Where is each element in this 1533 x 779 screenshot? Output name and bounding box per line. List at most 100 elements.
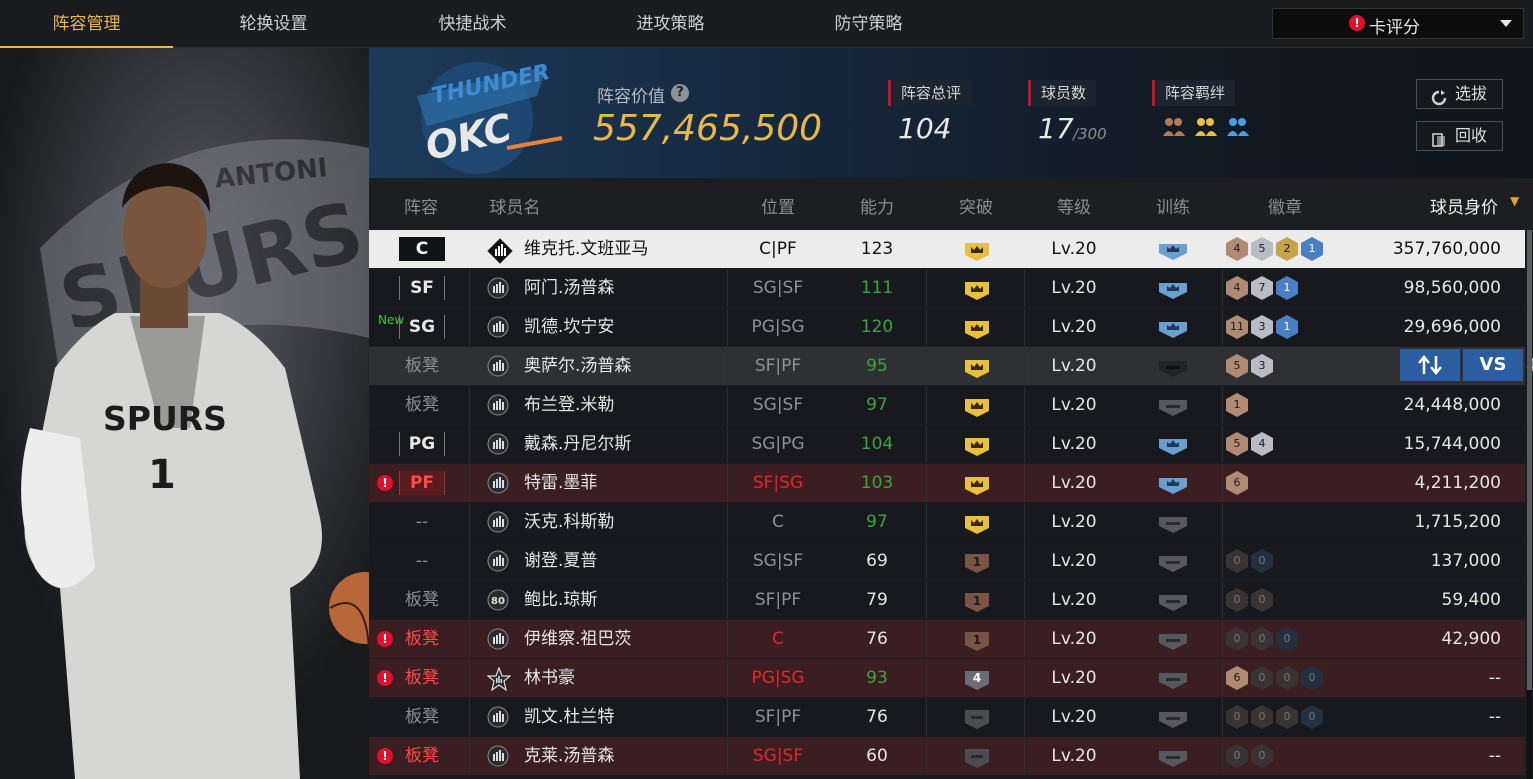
table-row[interactable]: 板凳奥萨尔.汤普森SF|PF95Lv.20534 xyxy=(369,347,1533,385)
training-icon[interactable] xyxy=(1158,317,1188,339)
training-icon[interactable] xyxy=(1158,473,1188,495)
crown-icon[interactable] xyxy=(964,278,990,300)
training-icon[interactable] xyxy=(1158,668,1188,690)
table-row[interactable]: ! 板凳 克莱.汤普森 SG|SF 60 Lv.20 0 0 -- xyxy=(369,737,1525,775)
table-row[interactable]: 板凳 布兰登.米勒 SG|SF 97 Lv.20 1 24,448,000 xyxy=(369,386,1525,424)
player-name[interactable]: 凯文.杜兰特 xyxy=(524,698,614,736)
player-name[interactable]: 特雷.墨菲 xyxy=(524,464,597,502)
badge-list[interactable]: 0000 xyxy=(1226,705,1326,729)
player-name[interactable]: 凯德.坎宁安 xyxy=(524,308,614,346)
select-button[interactable]: 选拔 xyxy=(1416,79,1503,109)
crown-icon[interactable] xyxy=(964,395,990,417)
col-training[interactable]: 训练 xyxy=(1156,193,1190,218)
player-name[interactable]: 奥萨尔.汤普森 xyxy=(524,347,631,385)
col-position[interactable]: 位置 xyxy=(761,193,795,218)
player-name[interactable]: 沃克.科斯勒 xyxy=(524,503,614,541)
training-icon[interactable] xyxy=(1158,395,1188,417)
col-player-value[interactable]: 球员身价 xyxy=(1430,193,1498,218)
swap-button[interactable] xyxy=(1400,349,1460,381)
vs-compare-button[interactable]: VS xyxy=(1463,349,1523,381)
badge-list[interactable]: 00 xyxy=(1226,588,1276,612)
breakthrough-empty-icon[interactable] xyxy=(964,746,990,768)
player-name[interactable]: 谢登.夏普 xyxy=(524,542,597,580)
lineup-slot[interactable]: 板凳 xyxy=(405,698,439,736)
lineup-slot[interactable]: 板凳 xyxy=(405,620,439,658)
badge-list[interactable]: 11 3 1 xyxy=(1226,315,1301,339)
badge-list[interactable]: 00 xyxy=(1226,744,1276,768)
table-row[interactable]: 板凳 80 鲍比.琼斯 SF|PF 79 1 Lv.20 0 0 59,400 xyxy=(369,581,1525,619)
col-level[interactable]: 等级 xyxy=(1057,193,1091,218)
training-icon[interactable] xyxy=(1158,590,1188,612)
tab-rotation-settings[interactable]: 轮换设置 xyxy=(187,0,360,46)
bond-icons[interactable] xyxy=(1161,116,1251,142)
badge-list[interactable]: 6 xyxy=(1226,471,1251,495)
player-name[interactable]: 伊维察.祖巴茨 xyxy=(524,620,631,658)
lineup-slot[interactable]: SF xyxy=(399,276,445,300)
training-icon[interactable] xyxy=(1158,707,1188,729)
badge-list[interactable]: 00 xyxy=(1226,549,1276,573)
breakthrough-empty-icon[interactable] xyxy=(964,707,990,729)
training-icon[interactable] xyxy=(1158,629,1188,651)
sort-dropdown[interactable]: ! 卡评分 xyxy=(1272,8,1524,39)
player-name[interactable]: 克莱.汤普森 xyxy=(524,737,614,775)
badge-list[interactable]: 53 xyxy=(1226,354,1276,378)
training-icon[interactable] xyxy=(1158,434,1188,456)
lineup-slot[interactable]: 板凳 xyxy=(405,659,439,697)
lineup-slot[interactable]: 板凳 xyxy=(405,581,439,619)
tab-offense-strategy[interactable]: 进攻策略 xyxy=(584,0,757,46)
table-row[interactable]: SF 阿门.汤普森 SG|SF 111 Lv.20 4 7 1 98,560,000 xyxy=(369,269,1525,307)
lineup-slot[interactable]: 板凳 xyxy=(405,386,439,424)
breakthrough-4-icon[interactable]: 4 xyxy=(964,668,990,690)
breakthrough-1-icon[interactable]: 1 xyxy=(964,551,990,573)
help-icon[interactable]: ? xyxy=(671,84,689,102)
badge-list[interactable]: 6000 xyxy=(1226,666,1326,690)
badge-list[interactable]: 1 xyxy=(1226,393,1251,417)
table-row[interactable]: ! 板凳 伊维察.祖巴茨 C 76 1 Lv.20 0 0 0 42,900 xyxy=(369,620,1525,658)
lineup-slot[interactable]: C xyxy=(399,237,445,261)
crown-icon[interactable] xyxy=(964,239,990,261)
crown-icon[interactable] xyxy=(964,473,990,495)
training-icon[interactable] xyxy=(1158,278,1188,300)
col-lineup[interactable]: 阵容 xyxy=(404,193,438,218)
badge-list[interactable]: 4521 xyxy=(1226,237,1326,261)
player-name[interactable]: 布兰登.米勒 xyxy=(524,386,614,424)
breakthrough-1-icon[interactable]: 1 xyxy=(964,629,990,651)
table-row[interactable]: C 维克托.文班亚马 C|PF 123 Lv.20 4 5 2 1 357,760,000 xyxy=(369,230,1525,268)
training-icon[interactable] xyxy=(1158,746,1188,768)
lineup-slot[interactable]: SG xyxy=(399,315,445,339)
lineup-slot[interactable]: -- xyxy=(416,503,428,541)
training-icon[interactable] xyxy=(1158,512,1188,534)
training-icon[interactable] xyxy=(1158,239,1188,261)
table-row[interactable]: ! PF 特雷.墨菲 SF|SG 103 Lv.20 6 4,211,200 xyxy=(369,464,1525,502)
recycle-button[interactable]: 回收 xyxy=(1416,121,1503,151)
col-player-name[interactable]: 球员名 xyxy=(490,193,541,218)
badge-list[interactable]: 471 xyxy=(1226,276,1301,300)
col-badges[interactable]: 徽章 xyxy=(1268,193,1302,218)
scrollbar-thumb[interactable] xyxy=(1527,230,1532,690)
table-row[interactable]: New SG 凯德.坎宁安 PG|SG 120 Lv.20 11 3 1 29,696,000 xyxy=(369,308,1525,346)
crown-icon[interactable] xyxy=(964,512,990,534)
badge-list[interactable]: 54 xyxy=(1226,432,1276,456)
breakthrough-1-icon[interactable]: 1 xyxy=(964,590,990,612)
table-row[interactable]: -- 谢登.夏普 SG|SF 69 1 Lv.20 0 0 137,000 xyxy=(369,542,1525,580)
player-name[interactable]: 维克托.文班亚马 xyxy=(524,230,648,268)
table-row[interactable]: 板凳 凯文.杜兰特 SF|PF 76 Lv.20 0 0 0 0 -- xyxy=(369,698,1525,736)
crown-icon[interactable] xyxy=(964,356,990,378)
table-row[interactable]: PG 戴森.丹尼尔斯 SG|PG 104 Lv.20 5 4 15,744,000 xyxy=(369,425,1525,463)
player-name[interactable]: 林书豪 xyxy=(524,659,575,697)
col-ability[interactable]: 能力 xyxy=(860,193,894,218)
badge-list[interactable]: 000 xyxy=(1226,627,1301,651)
lineup-slot[interactable]: 板凳 xyxy=(405,737,439,775)
col-breakthrough[interactable]: 突破 xyxy=(959,193,993,218)
crown-icon[interactable] xyxy=(964,434,990,456)
table-row[interactable]: -- 沃克.科斯勒 C 97 Lv.20 1,715,200 xyxy=(369,503,1525,541)
tab-defense-strategy[interactable]: 防守策略 xyxy=(782,0,955,46)
lineup-slot[interactable]: -- xyxy=(416,542,428,580)
tab-lineup-management[interactable]: 阵容管理 xyxy=(0,0,173,48)
crown-icon[interactable] xyxy=(964,317,990,339)
tab-quick-tactics[interactable]: 快捷战术 xyxy=(386,0,559,46)
player-name[interactable]: 戴森.丹尼尔斯 xyxy=(524,425,631,463)
lineup-slot[interactable]: PG xyxy=(399,432,445,456)
table-row[interactable]: ! 板凳 林书豪 PG|SG 93 4 Lv.20 6 0 0 0 -- xyxy=(369,659,1525,697)
lineup-slot[interactable]: 板凳 xyxy=(405,347,439,385)
